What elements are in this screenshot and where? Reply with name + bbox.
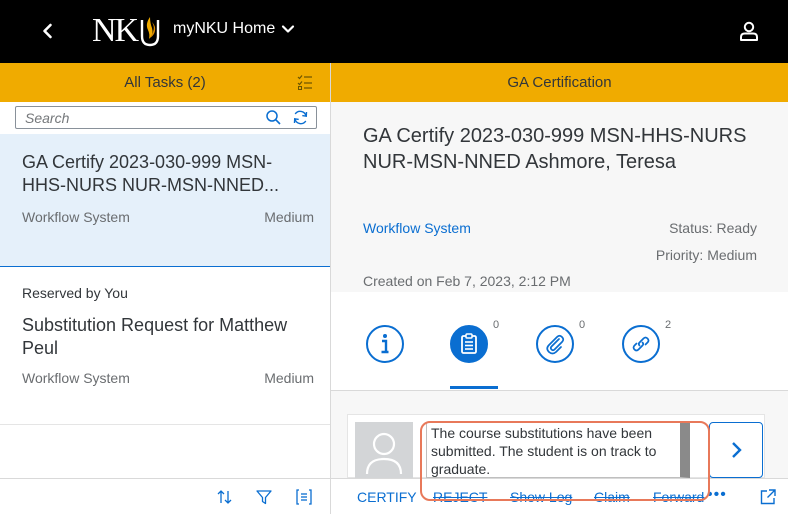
group-icon[interactable]: [295, 488, 313, 506]
task-detail-header: GA Certification: [331, 63, 788, 102]
task-priority: Medium: [264, 209, 314, 225]
detail-title: GA Certification: [507, 74, 612, 91]
task-list-item[interactable]: GA Certify 2023-030-999 MSN-HHS-NURS NUR…: [0, 134, 330, 267]
logo-letters: NK: [92, 12, 139, 49]
post-comment-button[interactable]: [709, 422, 763, 478]
user-icon[interactable]: [738, 20, 760, 42]
info-icon: [381, 334, 389, 354]
comment-input[interactable]: The course substitutions have been submi…: [426, 422, 690, 478]
tab-circle: [450, 325, 488, 363]
attachments-count: 0: [579, 319, 586, 331]
task-priority: Medium: [264, 370, 314, 386]
person-placeholder-icon: [365, 432, 403, 475]
action-footer: CERTIFY REJECT Show Log Claim Forward ••…: [331, 478, 788, 514]
active-tab-indicator: [450, 386, 498, 389]
status-text: Status: Ready: [669, 220, 757, 236]
comment-text: The course substitutions have been submi…: [431, 425, 657, 477]
refresh-icon[interactable]: [292, 109, 309, 126]
icon-tab-bar: 0 0 2: [331, 292, 788, 391]
task-title: GA Certify 2023-030-999 MSN-HHS-NURS NUR…: [363, 125, 747, 173]
logo-flame-u-icon: [140, 17, 160, 47]
task-system: Workflow System: [22, 370, 130, 386]
more-actions-button[interactable]: •••: [707, 486, 727, 504]
task-list-pane: All Tasks (2) GA Certify 2023-03: [0, 63, 331, 514]
share-icon[interactable]: [759, 488, 777, 506]
notes-icon: [461, 333, 477, 354]
back-button[interactable]: [36, 19, 60, 43]
nku-logo[interactable]: NK: [92, 12, 162, 50]
app-title: myNKU Home: [173, 20, 276, 37]
tab-circle: [366, 325, 404, 363]
tab-info[interactable]: [366, 325, 406, 365]
filter-icon[interactable]: [255, 488, 273, 506]
claim-button[interactable]: Claim: [594, 489, 630, 505]
reject-button[interactable]: REJECT: [433, 489, 487, 505]
notes-section: The course substitutions have been submi…: [331, 392, 788, 480]
sort-icon[interactable]: [216, 488, 234, 506]
task-list-item[interactable]: Reserved by You Substitution Request for…: [0, 267, 330, 425]
chevron-right-icon: [732, 442, 742, 458]
task-list-footer: [0, 478, 330, 514]
task-title: Substitution Request for Matthew Peul: [22, 315, 288, 358]
priority-text: Priority: Medium: [655, 247, 757, 263]
task-system: Workflow System: [22, 209, 130, 225]
chevron-down-icon: [282, 25, 295, 33]
search-icon[interactable]: [265, 109, 282, 126]
search-input[interactable]: [25, 108, 245, 127]
tab-circle: [536, 325, 574, 363]
show-log-button[interactable]: Show Log: [510, 489, 572, 505]
forward-button[interactable]: Forward: [653, 489, 704, 505]
attachment-icon: [546, 334, 565, 355]
tab-attachments[interactable]: 0: [536, 319, 585, 365]
task-detail-pane: GA Certification GA Certify 2023-030-999…: [331, 63, 788, 514]
system-link[interactable]: Workflow System: [363, 220, 471, 236]
task-title: GA Certify 2023-030-999 MSN-HHS-NURS NUR…: [22, 152, 279, 195]
search-bar: [0, 102, 330, 134]
search-field[interactable]: [15, 106, 317, 129]
app-title-menu[interactable]: myNKU Home: [173, 20, 295, 38]
tab-circle: [622, 325, 660, 363]
link-icon: [632, 336, 650, 352]
reserved-label: Reserved by You: [22, 285, 128, 301]
tab-notes[interactable]: 0: [450, 319, 499, 365]
created-date: Created on Feb 7, 2023, 2:12 PM: [363, 273, 571, 289]
certify-button[interactable]: CERTIFY: [357, 489, 417, 505]
task-list-header: All Tasks (2): [0, 63, 330, 102]
chevron-left-icon: [43, 23, 52, 39]
links-count: 2: [665, 319, 672, 331]
shell-bar: NK myNKU Home: [0, 0, 788, 63]
task-list-title: All Tasks (2): [124, 74, 206, 91]
tab-links[interactable]: 2: [622, 319, 671, 365]
notes-count: 0: [493, 319, 500, 331]
multi-select-icon[interactable]: [297, 74, 313, 90]
avatar: [355, 422, 413, 480]
